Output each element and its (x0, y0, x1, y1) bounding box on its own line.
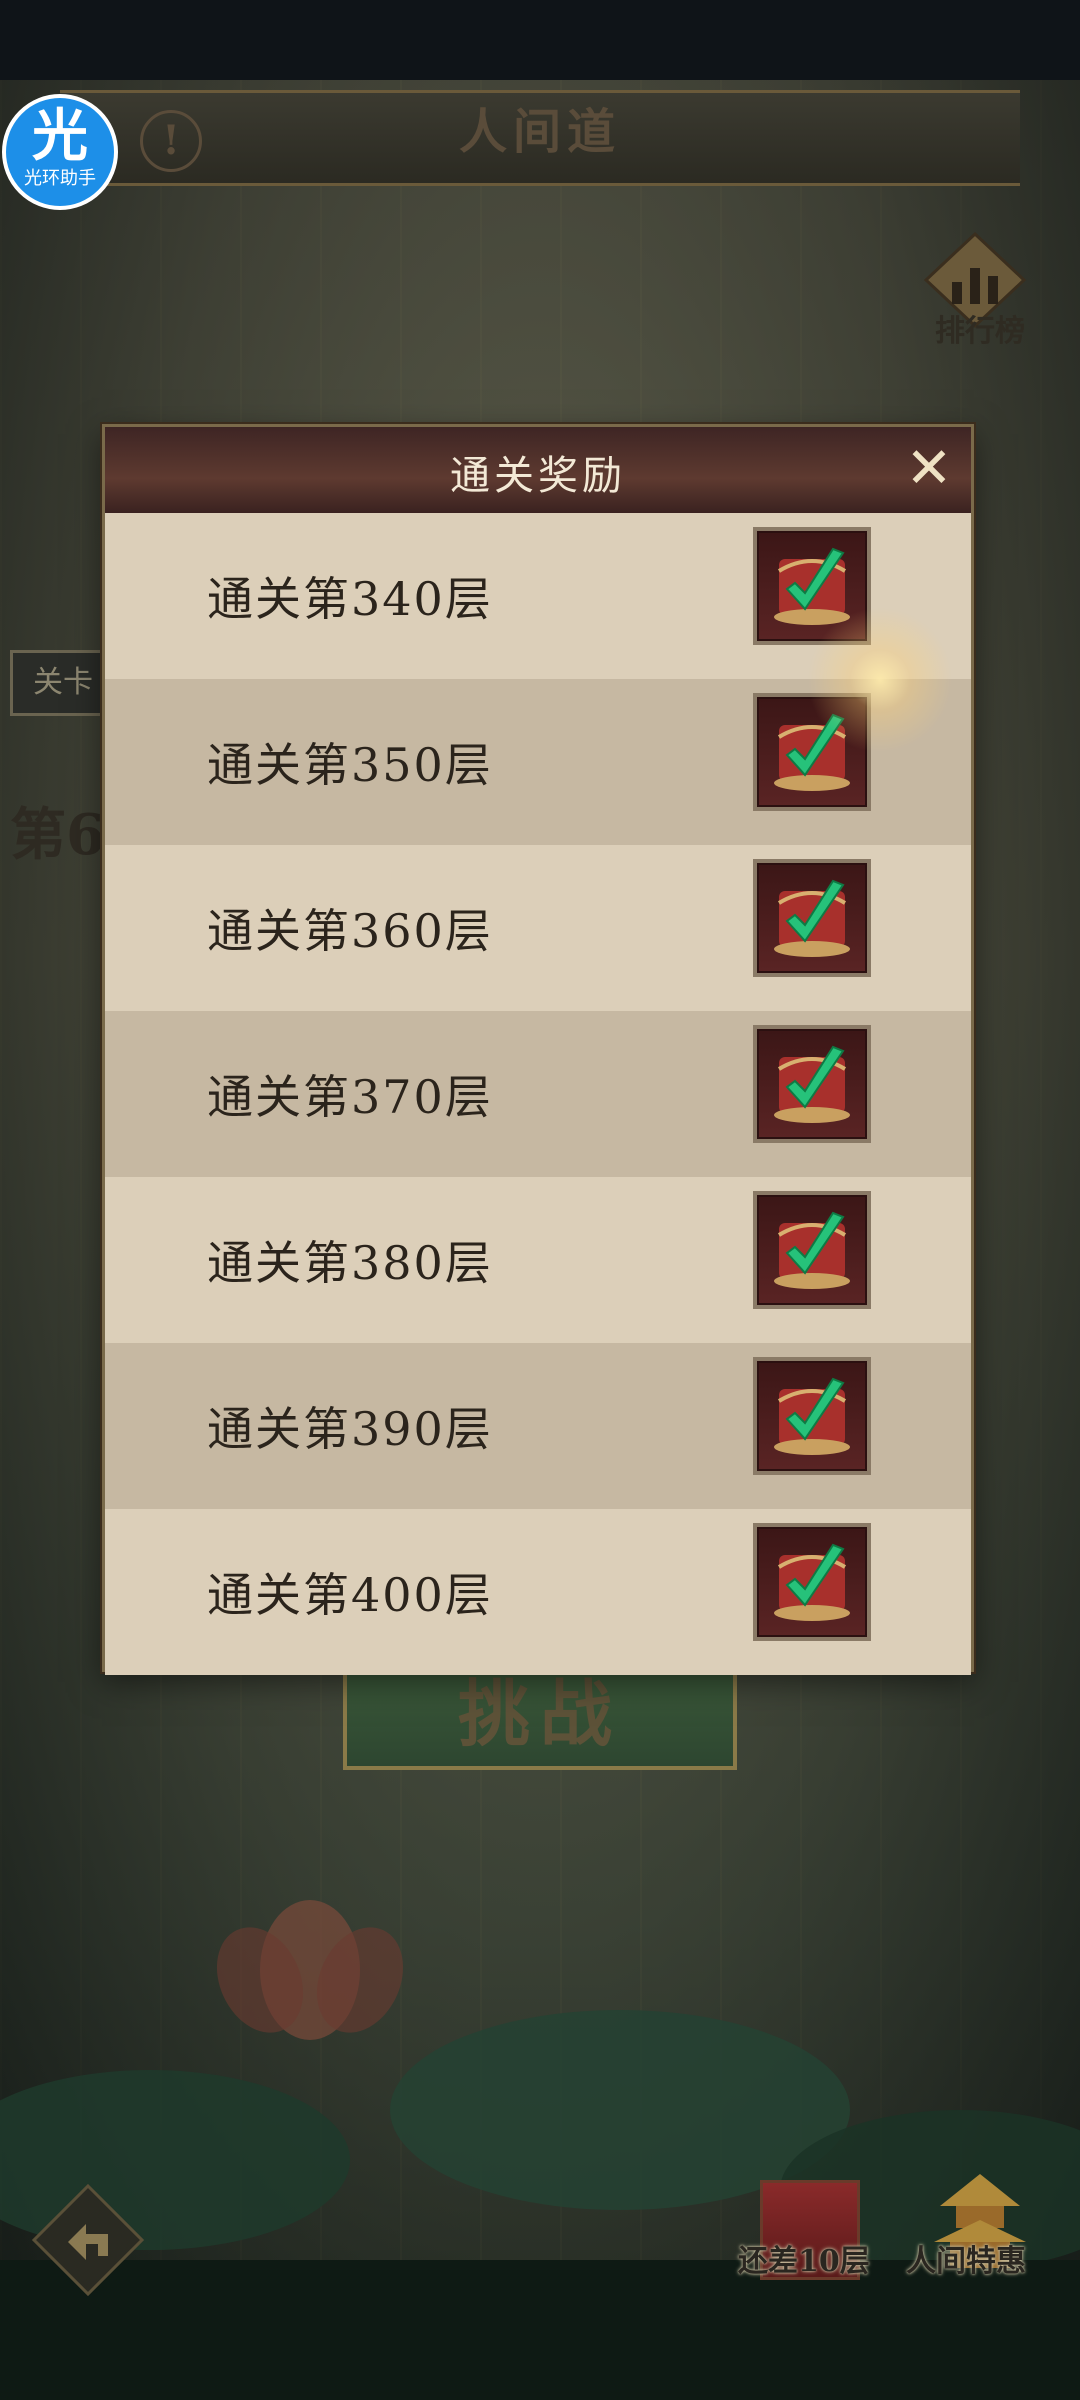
claimed-check-icon (774, 713, 850, 791)
dialog-header: 通关奖励 ✕ (105, 427, 971, 515)
reward-chest-icon[interactable] (753, 1523, 871, 1641)
reward-row-label: 通关第370层 (207, 1070, 493, 1124)
dialog-title: 通关奖励 (450, 453, 626, 499)
reward-row-label: 通关第340层 (207, 572, 493, 626)
reward-row: 通关第380层 (105, 1177, 971, 1343)
claimed-check-icon (774, 1045, 850, 1123)
reward-row: 通关第340层 (105, 513, 971, 679)
reward-chest-icon[interactable] (753, 527, 871, 645)
reward-chest-icon[interactable] (753, 1357, 871, 1475)
reward-row-label: 通关第390层 (207, 1402, 493, 1456)
claimed-check-icon (774, 879, 850, 957)
clear-rewards-dialog: 通关奖励 ✕ 通关第340层 通关第350层 通关第360层 通关第370层 通… (102, 424, 974, 1675)
reward-row: 通关第370层 (105, 1011, 971, 1177)
reward-row-label: 通关第360层 (207, 904, 493, 958)
reward-row-label: 通关第350层 (207, 738, 493, 792)
reward-chest-icon[interactable] (753, 1025, 871, 1143)
reward-chest-icon[interactable] (753, 1191, 871, 1309)
reward-row: 通关第400层 (105, 1509, 971, 1675)
claimed-check-icon (774, 1211, 850, 1289)
close-button[interactable]: ✕ (901, 441, 957, 499)
claimed-check-icon (774, 1377, 850, 1455)
reward-chest-icon[interactable] (753, 693, 871, 811)
reward-row-label: 通关第400层 (207, 1568, 493, 1622)
reward-row-label: 通关第380层 (207, 1236, 493, 1290)
reward-row: 通关第390层 (105, 1343, 971, 1509)
claimed-check-icon (774, 547, 850, 625)
reward-chest-icon[interactable] (753, 859, 871, 977)
reward-row: 通关第360层 (105, 845, 971, 1011)
reward-row: 通关第350层 (105, 679, 971, 845)
claimed-check-icon (774, 1543, 850, 1621)
